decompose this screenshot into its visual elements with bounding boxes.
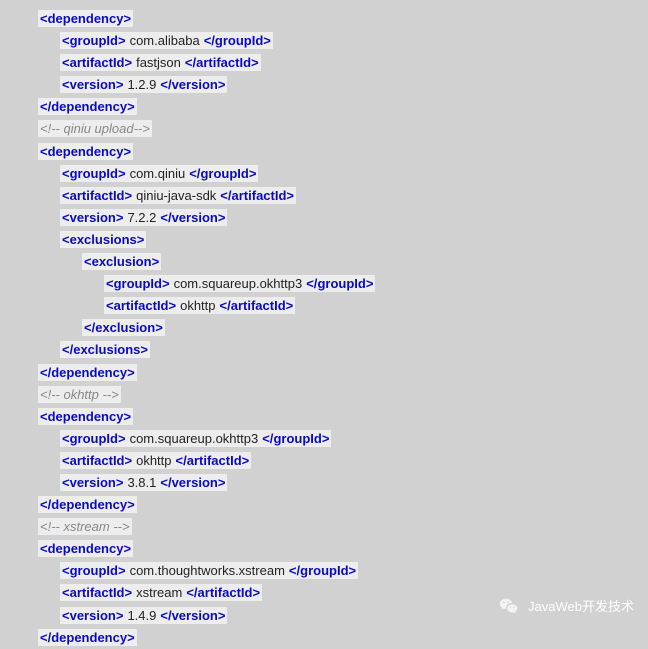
xml-text: com.squareup.okhttp3 [128, 430, 261, 447]
xml-code-block: <dependency><groupId>com.alibaba</groupI… [0, 8, 648, 649]
code-line: </exclusion> [0, 317, 648, 339]
code-line: </exclusions> [0, 339, 648, 361]
xml-open-tag: <artifactId> [60, 452, 134, 469]
watermark: JavaWeb开发技术 [498, 596, 634, 618]
xml-open-tag: <dependency> [38, 540, 133, 557]
xml-open-tag: <version> [60, 607, 125, 624]
code-line: <dependency> [0, 406, 648, 428]
xml-text: 7.2.2 [125, 209, 158, 226]
xml-close-tag: </groupId> [287, 562, 358, 579]
xml-close-tag: </dependency> [38, 629, 137, 646]
code-line: <artifactId>qiniu-java-sdk</artifactId> [0, 185, 648, 207]
xml-close-tag: </groupId> [202, 32, 273, 49]
xml-open-tag: <groupId> [104, 275, 172, 292]
xml-comment: <!-- okhttp --> [38, 386, 121, 403]
xml-text: com.squareup.okhttp3 [172, 275, 305, 292]
code-line: </dependency> [0, 627, 648, 649]
xml-text: 1.4.9 [125, 607, 158, 624]
xml-text: okhttp [178, 297, 217, 314]
xml-open-tag: <artifactId> [60, 187, 134, 204]
code-line: <exclusion> [0, 251, 648, 273]
xml-open-tag: <groupId> [60, 165, 128, 182]
xml-close-tag: </exclusions> [60, 341, 150, 358]
xml-close-tag: </version> [158, 607, 227, 624]
xml-open-tag: <dependency> [38, 143, 133, 160]
code-line: <!-- qiniu upload--> [0, 118, 648, 140]
xml-open-tag: <dependency> [38, 408, 133, 425]
code-line: <dependency> [0, 538, 648, 560]
xml-text: com.qiniu [128, 165, 188, 182]
xml-open-tag: <dependency> [38, 10, 133, 27]
xml-close-tag: </groupId> [187, 165, 258, 182]
xml-text: fastjson [134, 54, 183, 71]
xml-close-tag: </exclusion> [82, 319, 165, 336]
code-line: </dependency> [0, 96, 648, 118]
xml-text: qiniu-java-sdk [134, 187, 218, 204]
xml-open-tag: <artifactId> [60, 584, 134, 601]
code-line: </dependency> [0, 362, 648, 384]
code-line: <groupId>com.thoughtworks.xstream</group… [0, 560, 648, 582]
xml-open-tag: <version> [60, 474, 125, 491]
xml-text: 1.2.9 [125, 76, 158, 93]
xml-close-tag: </groupId> [260, 430, 331, 447]
xml-open-tag: <artifactId> [104, 297, 178, 314]
code-line: <artifactId>okhttp</artifactId> [0, 295, 648, 317]
xml-close-tag: </artifactId> [174, 452, 252, 469]
xml-close-tag: </artifactId> [218, 297, 296, 314]
xml-close-tag: </dependency> [38, 98, 137, 115]
code-line: <groupId>com.qiniu</groupId> [0, 163, 648, 185]
xml-text: xstream [134, 584, 184, 601]
code-line: <dependency> [0, 8, 648, 30]
xml-open-tag: <groupId> [60, 562, 128, 579]
code-line: <version>3.8.1</version> [0, 472, 648, 494]
xml-text: okhttp [134, 452, 173, 469]
code-line: <version>7.2.2</version> [0, 207, 648, 229]
xml-open-tag: <groupId> [60, 32, 128, 49]
code-line: <!-- xstream --> [0, 516, 648, 538]
code-line: <dependency> [0, 141, 648, 163]
xml-close-tag: </artifactId> [184, 584, 262, 601]
xml-close-tag: </groupId> [304, 275, 375, 292]
code-line: <groupId>com.alibaba</groupId> [0, 30, 648, 52]
xml-text: 3.8.1 [125, 474, 158, 491]
xml-comment: <!-- qiniu upload--> [38, 120, 152, 137]
code-line: </dependency> [0, 494, 648, 516]
xml-text: com.alibaba [128, 32, 202, 49]
xml-open-tag: <artifactId> [60, 54, 134, 71]
xml-comment: <!-- xstream --> [38, 518, 132, 535]
code-line: <artifactId>okhttp</artifactId> [0, 450, 648, 472]
watermark-text: JavaWeb开发技术 [528, 596, 634, 618]
xml-close-tag: </version> [158, 209, 227, 226]
xml-open-tag: <exclusion> [82, 253, 161, 270]
code-line: <groupId>com.squareup.okhttp3</groupId> [0, 428, 648, 450]
code-line: <exclusions> [0, 229, 648, 251]
code-line: <!-- okhttp --> [0, 384, 648, 406]
xml-close-tag: </artifactId> [183, 54, 261, 71]
xml-open-tag: <version> [60, 209, 125, 226]
xml-close-tag: </version> [158, 76, 227, 93]
xml-close-tag: </dependency> [38, 364, 137, 381]
code-line: <groupId>com.squareup.okhttp3</groupId> [0, 273, 648, 295]
xml-close-tag: </version> [158, 474, 227, 491]
xml-text: com.thoughtworks.xstream [128, 562, 287, 579]
xml-open-tag: <groupId> [60, 430, 128, 447]
xml-close-tag: </dependency> [38, 496, 137, 513]
xml-close-tag: </artifactId> [218, 187, 296, 204]
wechat-icon [498, 596, 520, 618]
code-line: <artifactId>fastjson</artifactId> [0, 52, 648, 74]
code-line: <version>1.2.9</version> [0, 74, 648, 96]
xml-open-tag: <exclusions> [60, 231, 146, 248]
xml-open-tag: <version> [60, 76, 125, 93]
